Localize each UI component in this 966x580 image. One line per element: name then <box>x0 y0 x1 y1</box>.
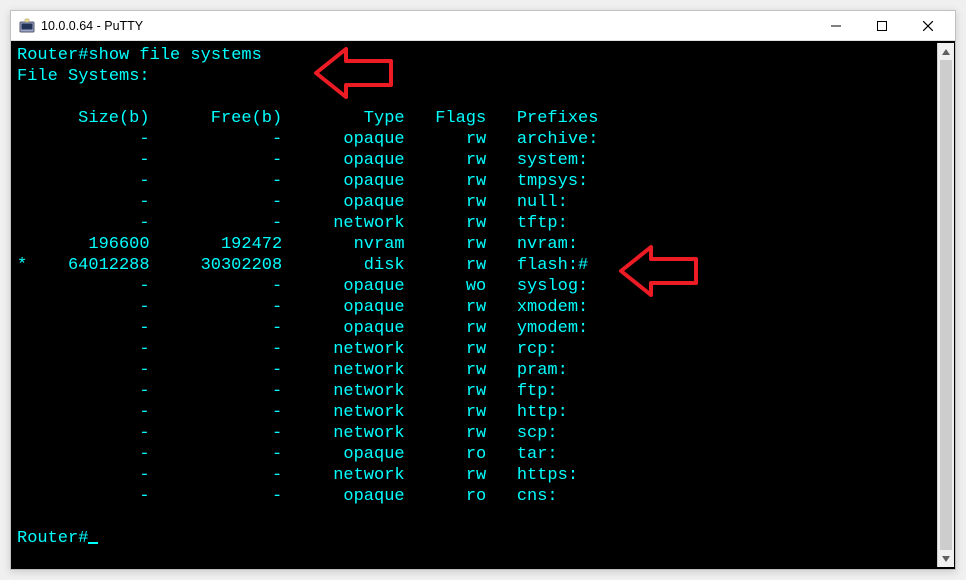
table-row: --networkrwpram: <box>17 360 949 381</box>
table-row: --opaquerotar: <box>17 444 949 465</box>
table-row: 196600192472nvramrwnvram: <box>17 234 949 255</box>
command-line: Router#show file systems <box>17 45 949 66</box>
table-row: --opaquerwarchive: <box>17 129 949 150</box>
minimize-button[interactable] <box>813 11 859 40</box>
scrollbar[interactable] <box>937 43 954 567</box>
scroll-thumb[interactable] <box>940 60 952 550</box>
close-button[interactable] <box>905 11 951 40</box>
scroll-down-button[interactable] <box>938 550 954 567</box>
terminal[interactable]: Router#show file systemsFile Systems: Si… <box>11 41 955 569</box>
output-heading: File Systems: <box>17 66 949 87</box>
table-row: --networkrwhttps: <box>17 465 949 486</box>
table-row: --networkrwtftp: <box>17 213 949 234</box>
scroll-track[interactable] <box>938 60 954 550</box>
table-row: --opaquewosyslog: <box>17 276 949 297</box>
table-row: --opaquerwxmodem: <box>17 297 949 318</box>
putty-window: 10.0.0.64 - PuTTY Router#show file syste… <box>10 10 956 570</box>
cursor-icon <box>88 542 98 544</box>
table-row: --opaquerwymodem: <box>17 318 949 339</box>
maximize-button[interactable] <box>859 11 905 40</box>
scroll-up-button[interactable] <box>938 43 954 60</box>
table-header: Size(b)Free(b)TypeFlagsPrefixes <box>17 108 949 129</box>
table-row: --opaquerwsystem: <box>17 150 949 171</box>
table-row: --networkrwftp: <box>17 381 949 402</box>
prompt[interactable]: Router# <box>17 528 949 549</box>
table-row: --opaquerwnull: <box>17 192 949 213</box>
table-row: --opaquerwtmpsys: <box>17 171 949 192</box>
table-row: *6401228830302208diskrwflash:# <box>17 255 949 276</box>
table-row: --opaquerocns: <box>17 486 949 507</box>
window-controls <box>813 11 951 40</box>
table-row: --networkrwscp: <box>17 423 949 444</box>
titlebar[interactable]: 10.0.0.64 - PuTTY <box>11 11 955 41</box>
table-row: --networkrwrcp: <box>17 339 949 360</box>
window-title: 10.0.0.64 - PuTTY <box>41 19 813 33</box>
table-row: --networkrwhttp: <box>17 402 949 423</box>
putty-icon <box>19 18 35 34</box>
